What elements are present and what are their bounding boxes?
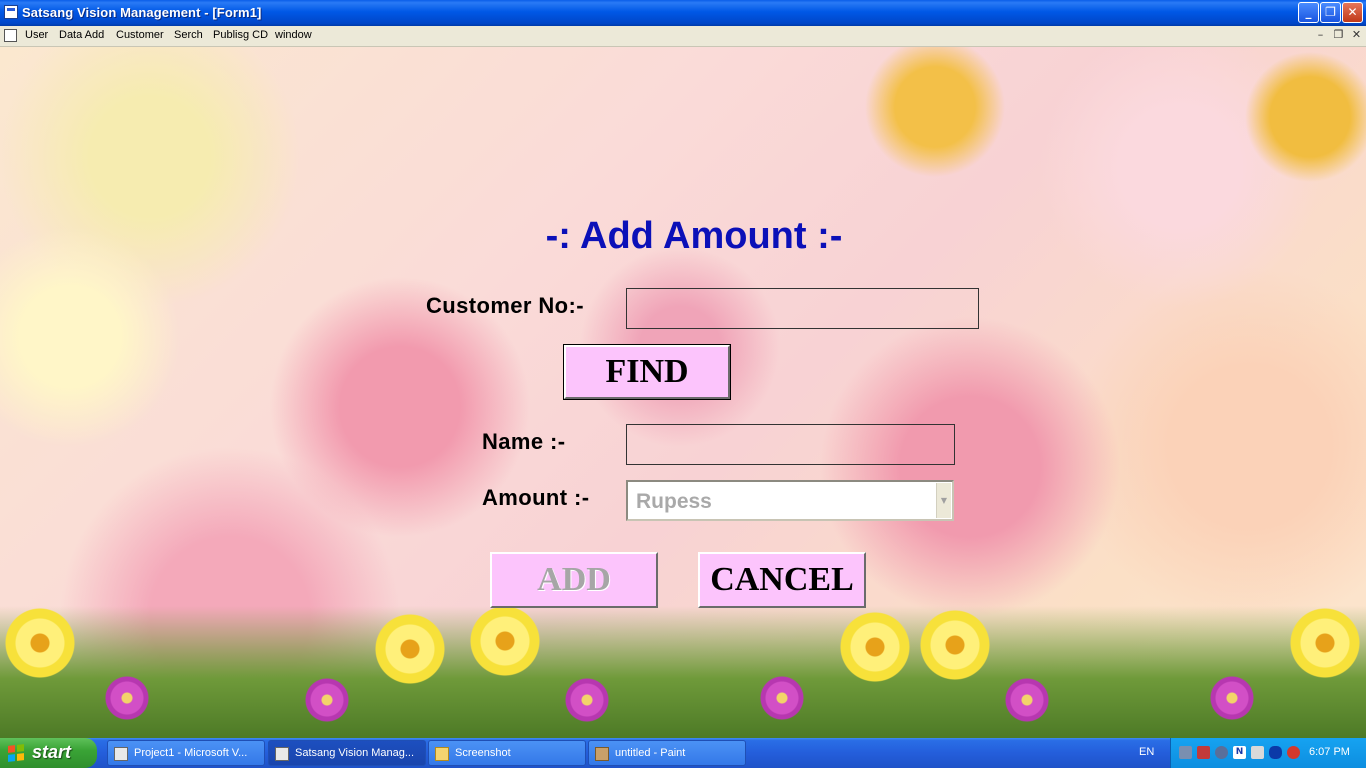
title-bar: Satsang Vision Management - [Form1] _ ❐ …	[0, 0, 1366, 26]
taskbar-item-satsang[interactable]: Satsang Vision Manag...	[268, 740, 426, 766]
menu-publisg-cd[interactable]: Publisg CD	[213, 29, 268, 41]
menu-serch[interactable]: Serch	[174, 29, 203, 41]
form-heading: -: Add Amount :-	[545, 215, 843, 257]
customer-no-label: Customer No:-	[426, 293, 584, 318]
vb-icon	[114, 747, 128, 761]
menu-data-add[interactable]: Data Add	[59, 29, 104, 41]
flower-icon	[760, 676, 804, 720]
menu-user[interactable]: User	[25, 29, 48, 41]
security-icon[interactable]	[1197, 746, 1210, 759]
app-icon	[275, 747, 289, 761]
find-button[interactable]: FIND	[563, 344, 731, 400]
flower-icon	[375, 614, 445, 684]
flower-icon	[105, 676, 149, 720]
start-label: start	[32, 742, 72, 762]
mdi-minimize-button[interactable]: –	[1313, 28, 1328, 43]
alert-icon[interactable]	[1287, 746, 1300, 759]
mdi-close-button[interactable]: ✕	[1349, 28, 1364, 43]
menu-bar: User Data Add Customer Serch Publisg CD …	[0, 26, 1366, 47]
restore-button[interactable]: ❐	[1320, 2, 1341, 23]
taskbar-item-paint[interactable]: untitled - Paint	[588, 740, 746, 766]
flower-border	[0, 606, 1366, 738]
window-title: Satsang Vision Management - [Form1]	[22, 5, 262, 20]
form-background: -: Add Amount :- Customer No:- FIND Name…	[0, 47, 1366, 738]
bluetooth-icon[interactable]	[1269, 746, 1282, 759]
add-button[interactable]: ADD	[490, 552, 658, 608]
taskbar-item-label: Screenshot	[455, 747, 511, 759]
volume-icon[interactable]	[1251, 746, 1264, 759]
flower-icon	[5, 608, 75, 678]
app-icon[interactable]	[4, 5, 18, 19]
amount-select[interactable]: Rupess ▼	[626, 480, 954, 521]
menu-window[interactable]: window	[275, 29, 312, 41]
language-indicator[interactable]: EN	[1139, 746, 1154, 758]
mdi-restore-button[interactable]: ❐	[1331, 28, 1346, 43]
flower-icon	[1290, 608, 1360, 678]
taskbar-item-screenshot[interactable]: Screenshot	[428, 740, 586, 766]
flower-icon	[565, 678, 609, 722]
form-icon[interactable]	[4, 29, 17, 42]
taskbar-item-label: untitled - Paint	[615, 747, 686, 759]
flower-icon	[470, 606, 540, 676]
folder-icon	[435, 747, 449, 761]
customer-no-input[interactable]	[626, 288, 979, 329]
flower-icon	[305, 678, 349, 722]
name-label: Name :-	[482, 429, 566, 454]
windows-logo-icon	[8, 744, 24, 762]
network-icon[interactable]	[1179, 746, 1192, 759]
amount-selected-value: Rupess	[636, 490, 712, 513]
taskbar-item-label: Project1 - Microsoft V...	[134, 747, 248, 759]
paint-icon	[595, 747, 609, 761]
flower-icon	[1210, 676, 1254, 720]
clock[interactable]: 6:07 PM	[1309, 746, 1350, 758]
name-input[interactable]	[626, 424, 955, 465]
screen: Satsang Vision Management - [Form1] _ ❐ …	[0, 0, 1366, 768]
flower-icon	[920, 610, 990, 680]
taskbar-item-label: Satsang Vision Manag...	[295, 747, 415, 759]
start-button[interactable]: start	[0, 738, 97, 768]
menu-customer[interactable]: Customer	[116, 29, 164, 41]
cancel-button[interactable]: CANCEL	[698, 552, 866, 608]
flower-icon	[1005, 678, 1049, 722]
taskbar: start Project1 - Microsoft V... Satsang …	[0, 738, 1366, 768]
chevron-down-icon[interactable]: ▼	[936, 483, 951, 518]
close-button[interactable]: ✕	[1342, 2, 1363, 23]
sync-icon[interactable]	[1215, 746, 1228, 759]
amount-label: Amount :-	[482, 485, 590, 510]
norton-icon[interactable]: N	[1233, 746, 1246, 759]
flower-icon	[840, 612, 910, 682]
taskbar-item-project1[interactable]: Project1 - Microsoft V...	[107, 740, 265, 766]
minimize-button[interactable]: _	[1298, 2, 1319, 23]
